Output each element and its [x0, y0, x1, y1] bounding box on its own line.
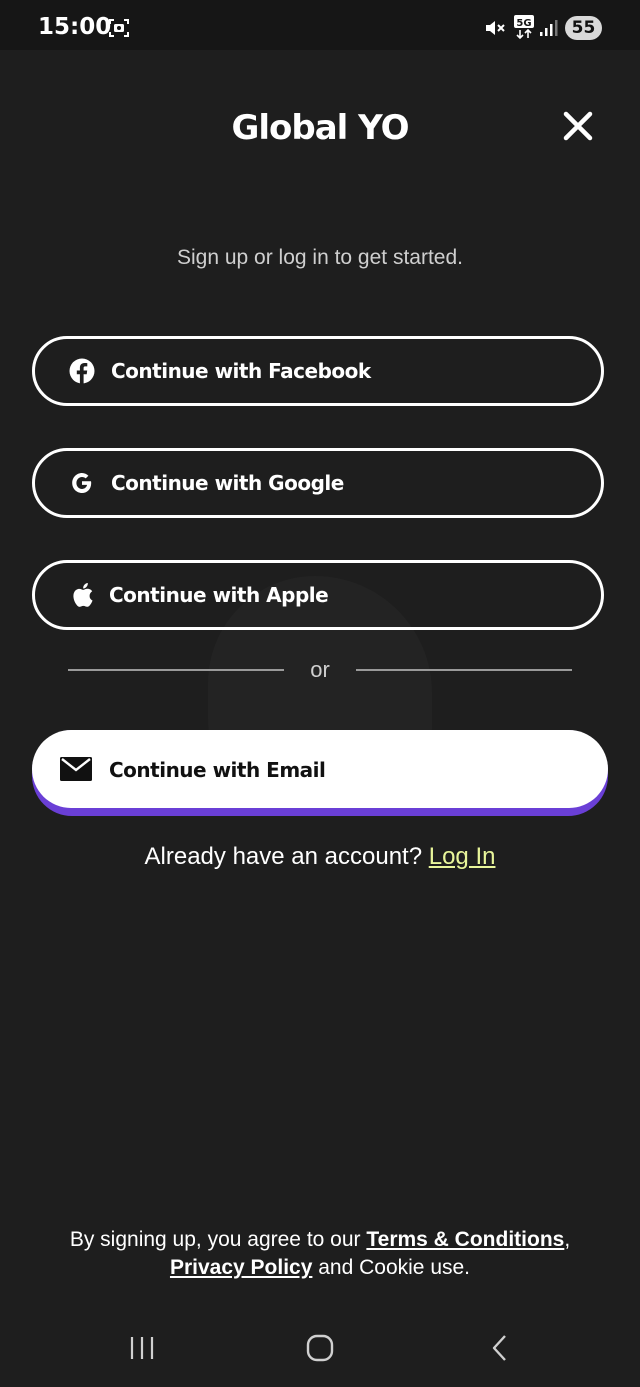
login-row: Already have an account? Log In	[0, 843, 640, 871]
google-button[interactable]: Continue with Google	[32, 448, 604, 518]
apple-button-label: Continue with Apple	[109, 583, 329, 607]
facebook-icon	[69, 358, 95, 384]
mute-icon	[484, 17, 506, 39]
close-icon	[562, 110, 594, 147]
login-link[interactable]: Log In	[429, 843, 496, 870]
terms-link[interactable]: Terms & Conditions	[366, 1228, 564, 1251]
login-prompt: Already have an account?	[144, 843, 423, 870]
apple-button[interactable]: Continue with Apple	[32, 560, 604, 630]
battery-indicator: 55	[565, 16, 602, 40]
mail-icon	[60, 757, 92, 781]
facebook-button-label: Continue with Facebook	[111, 359, 371, 383]
home-icon	[306, 1334, 334, 1367]
app-title: Global YO	[231, 108, 409, 148]
facebook-button[interactable]: Continue with Facebook	[32, 336, 604, 406]
google-button-label: Continue with Google	[111, 471, 344, 495]
system-nav-bar	[0, 1310, 640, 1387]
legal-comma: ,	[564, 1228, 571, 1251]
privacy-link[interactable]: Privacy Policy	[170, 1256, 312, 1279]
recents-icon	[129, 1335, 155, 1366]
legal-suffix: and Cookie use.	[318, 1256, 471, 1279]
recents-button[interactable]	[122, 1330, 162, 1370]
email-button-label: Continue with Email	[109, 758, 326, 782]
apple-icon	[69, 582, 95, 608]
back-icon	[490, 1334, 510, 1367]
divider-line-right	[356, 669, 572, 671]
divider-text: or	[310, 657, 330, 682]
back-button[interactable]	[480, 1330, 520, 1370]
email-button[interactable]: Continue with Email	[32, 730, 608, 816]
google-icon	[69, 470, 95, 496]
legal-prefix: By signing up, you agree to our	[69, 1228, 361, 1251]
email-button-face: Continue with Email	[32, 730, 608, 808]
status-bar: 15:00 5G 55	[0, 0, 640, 50]
svg-text:5G: 5G	[516, 18, 531, 29]
5g-icon: 5G	[512, 14, 536, 40]
screenshot-icon	[108, 17, 130, 39]
close-button[interactable]	[556, 106, 600, 150]
signal-icon	[538, 18, 558, 38]
home-button[interactable]	[300, 1330, 340, 1370]
status-time: 15:00	[38, 14, 112, 40]
divider-line-left	[68, 669, 284, 671]
legal-text: By signing up, you agree to our Terms & …	[0, 1226, 640, 1282]
subtitle: Sign up or log in to get started.	[176, 246, 463, 269]
